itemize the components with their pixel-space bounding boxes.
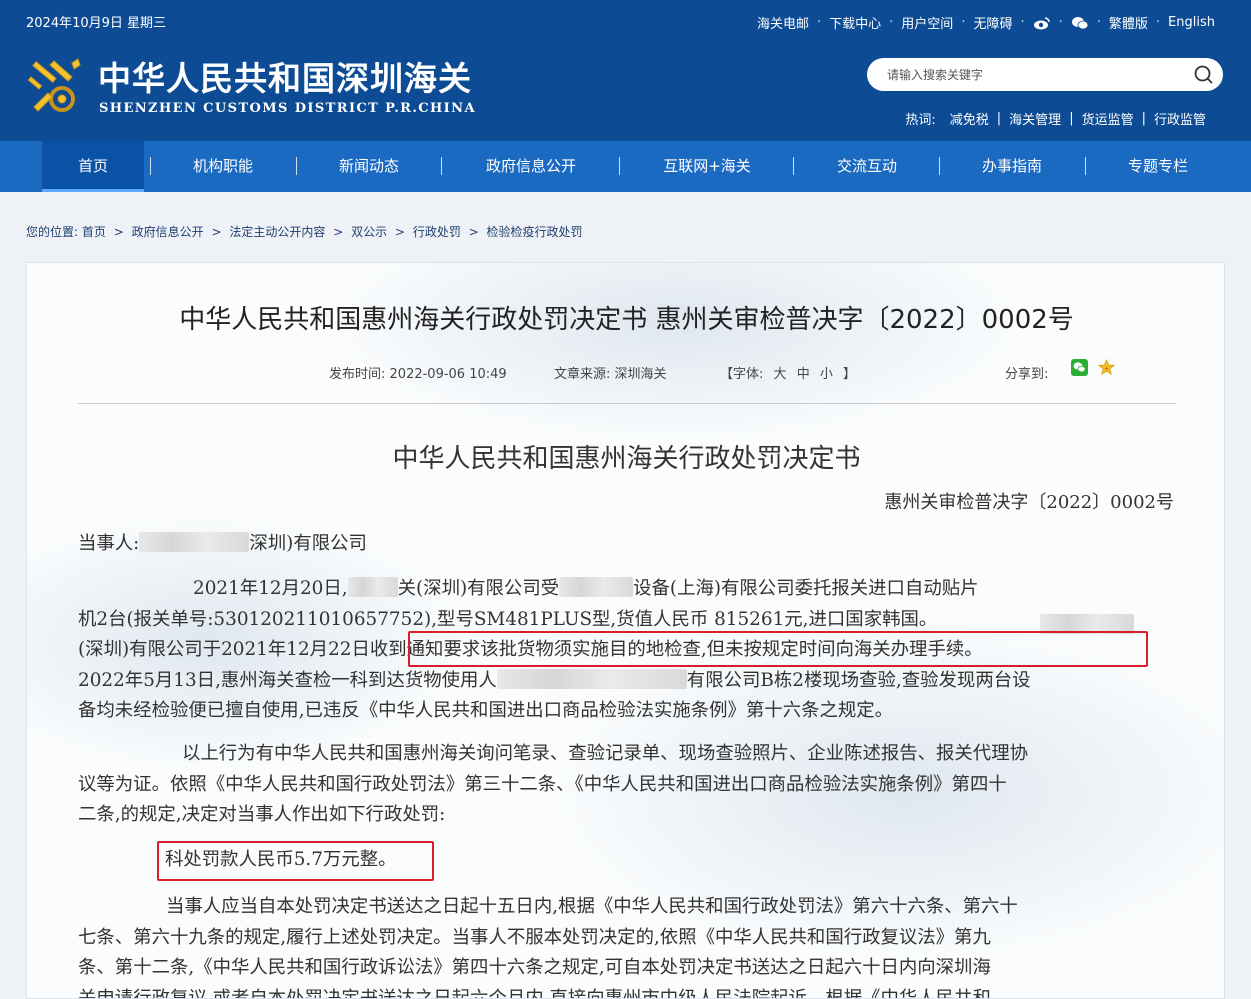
nav-item-home[interactable]: 首页	[42, 141, 144, 192]
hot-word[interactable]: 海关管理	[1009, 109, 1061, 128]
svg-text:+: +	[1104, 366, 1109, 373]
hot-word[interactable]: 减免税	[950, 109, 989, 128]
customs-emblem-icon[interactable]	[24, 55, 88, 117]
highlight-box	[157, 841, 434, 881]
nav-item-functions[interactable]: 机构职能	[172, 141, 274, 192]
nav-item-gov-info[interactable]: 政府信息公开	[466, 141, 596, 192]
nav-item-special-topics[interactable]: 专题专栏	[1107, 141, 1209, 192]
site-title[interactable]: 中华人民共和国深圳海关	[98, 52, 472, 100]
font-large-button[interactable]: 大	[774, 367, 787, 382]
breadcrumb-item[interactable]: 首页	[82, 225, 106, 239]
hot-words: 热词: 减免税 | 海关管理 | 货运监管 | 行政监管	[905, 109, 1206, 128]
main-nav: 首页 机构职能 新闻动态 政府信息公开 互联网+海关 交流互动 办事指南 专题专…	[0, 141, 1251, 192]
breadcrumb-item[interactable]: 检验检疫行政处罚	[487, 225, 583, 239]
hot-words-label: 热词:	[905, 113, 936, 128]
site-subtitle: SHENZHEN CUSTOMS DISTRICT P.R.CHINA	[99, 101, 476, 116]
top-link-user-space[interactable]: 用户空间	[901, 13, 953, 32]
breadcrumb-item[interactable]: 双公示	[351, 225, 387, 239]
paragraph-evidence: 以上行为有中华人民共和国惠州海关询问笔录、查验记录单、现场查验照片、企业陈述报告…	[78, 743, 1028, 825]
search-icon[interactable]	[1193, 64, 1214, 85]
paragraph-appeal: 当事人应当自本处罚决定书送达之日起十五日内,根据《中华人民共和国行政处罚法》第六…	[78, 896, 1018, 999]
document-number: 惠州关审检普决字〔2022〕0002号	[884, 492, 1174, 513]
site-header: 2024年10月9日 星期三 海关电邮 · 下载中心 · 用户空间 · 无障碍 …	[0, 0, 1251, 141]
search-input[interactable]	[887, 65, 1177, 85]
traditional-chinese-link[interactable]: 繁體版	[1109, 13, 1148, 32]
top-links: 海关电邮 · 下载中心 · 用户空间 · 无障碍 · · · 繁體版 · Eng…	[756, 13, 1215, 32]
highlight-box	[408, 631, 1148, 667]
top-link-download[interactable]: 下载中心	[829, 13, 881, 32]
share-wechat-icon[interactable]	[1071, 359, 1088, 376]
breadcrumb-item[interactable]: 政府信息公开	[132, 225, 204, 239]
share-label: 分享到:	[1005, 367, 1049, 382]
share-favorite-icon[interactable]: +	[1098, 359, 1115, 376]
redacted-text	[139, 532, 250, 552]
breadcrumb-item[interactable]: 法定主动公开内容	[229, 225, 325, 239]
nav-item-internet-customs[interactable]: 互联网+海关	[642, 141, 772, 192]
redacted-text	[559, 577, 634, 597]
article-title: 中华人民共和国惠州海关行政处罚决定书 惠州关审检普决字〔2022〕0002号	[179, 305, 1074, 335]
font-medium-button[interactable]: 中	[797, 367, 810, 382]
top-link-accessibility[interactable]: 无障碍	[973, 13, 1012, 32]
font-size-control: 【字体: 大 中 小 】	[720, 367, 857, 382]
english-link[interactable]: English	[1168, 15, 1215, 30]
redacted-text	[347, 577, 398, 597]
document-heading: 中华人民共和国惠州海关行政处罚决定书	[392, 444, 861, 474]
publish-time: 发布时间: 2022-09-06 10:49	[329, 367, 507, 382]
party-line: 当事人: 深圳)有限公司	[78, 532, 367, 554]
hot-word[interactable]: 行政监管	[1154, 109, 1206, 128]
article-card: 中华人民共和国惠州海关行政处罚决定书 惠州关审检普决字〔2022〕0002号 发…	[26, 262, 1225, 999]
top-link-email[interactable]: 海关电邮	[757, 13, 809, 32]
nav-item-service-guide[interactable]: 办事指南	[961, 141, 1063, 192]
weibo-icon[interactable]	[1033, 16, 1051, 30]
title-divider	[78, 403, 1176, 404]
hot-word[interactable]: 货运监管	[1082, 109, 1134, 128]
wechat-icon[interactable]	[1071, 16, 1089, 30]
breadcrumb-prefix: 您的位置:	[26, 225, 79, 239]
breadcrumb-item[interactable]: 行政处罚	[413, 225, 461, 239]
nav-item-news[interactable]: 新闻动态	[318, 141, 420, 192]
font-small-button[interactable]: 小	[820, 367, 833, 382]
breadcrumb: 您的位置: 首页 > 政府信息公开 > 法定主动公开内容 > 双公示 > 行政处…	[26, 225, 583, 239]
nav-item-interaction[interactable]: 交流互动	[816, 141, 918, 192]
redacted-text	[496, 668, 687, 689]
article-source: 文章来源: 深圳海关	[554, 367, 667, 382]
current-date: 2024年10月9日 星期三	[26, 16, 167, 31]
search-box	[867, 58, 1223, 91]
